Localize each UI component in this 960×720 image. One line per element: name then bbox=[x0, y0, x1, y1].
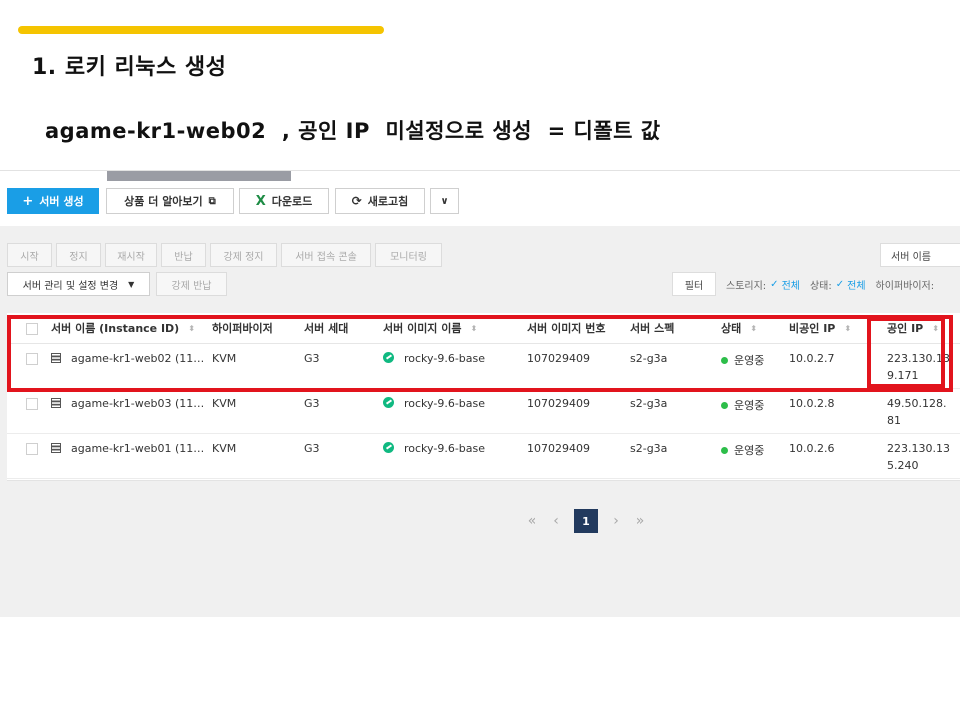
generation-cell: G3 bbox=[304, 433, 383, 479]
excel-icon: X bbox=[255, 193, 266, 209]
current-page-button[interactable]: 1 bbox=[574, 509, 598, 533]
plus-icon: + bbox=[22, 193, 34, 209]
monitoring-button[interactable]: 모니터링 bbox=[375, 243, 442, 267]
toolbar-area: + 서버 생성 상품 더 알아보기 ⧉ X 다운로드 ⟳ 새로고침 ∨ bbox=[0, 170, 960, 226]
horizontal-scrollbar-thumb[interactable] bbox=[107, 171, 291, 181]
first-page-button[interactable]: « bbox=[520, 513, 544, 529]
download-button[interactable]: X 다운로드 bbox=[239, 188, 329, 214]
accent-bar bbox=[18, 26, 384, 34]
force-return-button[interactable]: 강제 반납 bbox=[156, 272, 227, 296]
status-filter-label: 상태: bbox=[809, 280, 832, 292]
external-link-icon: ⧉ bbox=[208, 195, 216, 207]
pagination: « ‹ 1 › » bbox=[520, 509, 652, 533]
refresh-icon: ⟳ bbox=[351, 194, 362, 208]
check-icon: ✓ bbox=[770, 278, 779, 290]
caret-down-icon: ▼ bbox=[128, 279, 135, 289]
table-row[interactable]: agame-kr1-web03 (11… KVM G3 rocky-9.6-ba… bbox=[7, 388, 960, 434]
status-filter-value[interactable]: 전체 bbox=[847, 277, 865, 292]
rocky-linux-icon bbox=[383, 397, 394, 408]
row-checkbox[interactable] bbox=[26, 443, 38, 455]
start-button[interactable]: 시작 bbox=[7, 243, 52, 267]
hypervisor-filter-label: 하이퍼바이저: bbox=[875, 280, 935, 292]
slide-subtitle: agame-kr1-web02 , 공인 IP 미설정으로 생성 = 디폴트 값 bbox=[45, 119, 661, 143]
image-name-cell: rocky-9.6-base bbox=[404, 442, 486, 455]
spec-cell: s2-g3a bbox=[630, 388, 721, 434]
manage-settings-label: 서버 관리 및 설정 변경 bbox=[22, 280, 119, 292]
row-checkbox[interactable] bbox=[26, 398, 38, 410]
create-server-button[interactable]: + 서버 생성 bbox=[7, 188, 99, 214]
private-ip-cell: 10.0.2.8 bbox=[789, 388, 881, 434]
manage-settings-dropdown[interactable]: 서버 관리 및 설정 변경 ▼ bbox=[7, 272, 150, 296]
server-name-link[interactable]: agame-kr1-web01 (11… bbox=[71, 442, 204, 455]
server-name-link[interactable]: agame-kr1-web03 (11… bbox=[71, 397, 204, 410]
console-screenshot: + 서버 생성 상품 더 알아보기 ⧉ X 다운로드 ⟳ 새로고침 ∨ 시작 정… bbox=[0, 170, 960, 617]
spec-cell: s2-g3a bbox=[630, 433, 721, 479]
stop-button[interactable]: 정지 bbox=[56, 243, 101, 267]
check-icon: ✓ bbox=[835, 278, 845, 290]
return-button[interactable]: 반납 bbox=[161, 243, 206, 267]
server-access-console-button[interactable]: 서버 접속 콘솔 bbox=[281, 243, 371, 267]
learn-more-label: 상품 더 알아보기 bbox=[124, 195, 203, 208]
chevron-down-icon: ∨ bbox=[440, 195, 449, 207]
highlight-public-ip-box bbox=[867, 317, 945, 388]
hypervisor-cell: KVM bbox=[212, 388, 304, 434]
download-label: 다운로드 bbox=[271, 195, 313, 208]
restart-button[interactable]: 재시작 bbox=[105, 243, 157, 267]
image-name-cell: rocky-9.6-base bbox=[404, 397, 486, 410]
action-bar: 시작 정지 재시작 반납 강제 정지 서버 접속 콘솔 모니터링 bbox=[7, 243, 446, 267]
image-no-cell: 107029409 bbox=[527, 388, 630, 434]
generation-cell: G3 bbox=[304, 388, 383, 434]
image-no-cell: 107029409 bbox=[527, 433, 630, 479]
public-ip-cell: 49.50.128.81 bbox=[881, 388, 960, 434]
filter-bar: 필터 스토리지: ✓ 전체 상태: ✓ 전체 하이퍼바이저: bbox=[672, 272, 934, 296]
create-server-label: 서버 생성 bbox=[39, 195, 84, 208]
status-dot-icon bbox=[721, 447, 728, 454]
table-row[interactable]: agame-kr1-web01 (11… KVM G3 rocky-9.6-ba… bbox=[7, 433, 960, 479]
rocky-linux-icon bbox=[383, 442, 394, 453]
hypervisor-cell: KVM bbox=[212, 433, 304, 479]
more-dropdown-button[interactable]: ∨ bbox=[430, 188, 459, 214]
status-cell: 운영중 bbox=[734, 399, 765, 412]
storage-filter-value[interactable]: 전체 bbox=[782, 277, 800, 292]
highlight-row-box bbox=[7, 315, 953, 392]
refresh-label: 새로고침 bbox=[367, 195, 409, 208]
last-page-button[interactable]: » bbox=[628, 513, 652, 529]
prev-page-button[interactable]: ‹ bbox=[544, 513, 568, 529]
slide-title: 1. 로키 리눅스 생성 bbox=[32, 55, 227, 80]
public-ip-cell: 223.130.135.240 bbox=[881, 433, 960, 479]
learn-more-button[interactable]: 상품 더 알아보기 ⧉ bbox=[106, 188, 234, 214]
private-ip-cell: 10.0.2.6 bbox=[789, 433, 881, 479]
force-stop-button[interactable]: 강제 정지 bbox=[210, 243, 277, 267]
next-page-button[interactable]: › bbox=[604, 513, 628, 529]
status-cell: 운영중 bbox=[734, 444, 765, 457]
refresh-button[interactable]: ⟳ 새로고침 bbox=[335, 188, 425, 214]
status-dot-icon bbox=[721, 402, 728, 409]
search-field-select[interactable]: 서버 이름 bbox=[880, 243, 960, 267]
storage-filter-label: 스토리지: bbox=[726, 280, 767, 292]
server-icon bbox=[51, 443, 61, 453]
filter-button[interactable]: 필터 bbox=[672, 272, 716, 296]
server-icon bbox=[51, 398, 61, 408]
